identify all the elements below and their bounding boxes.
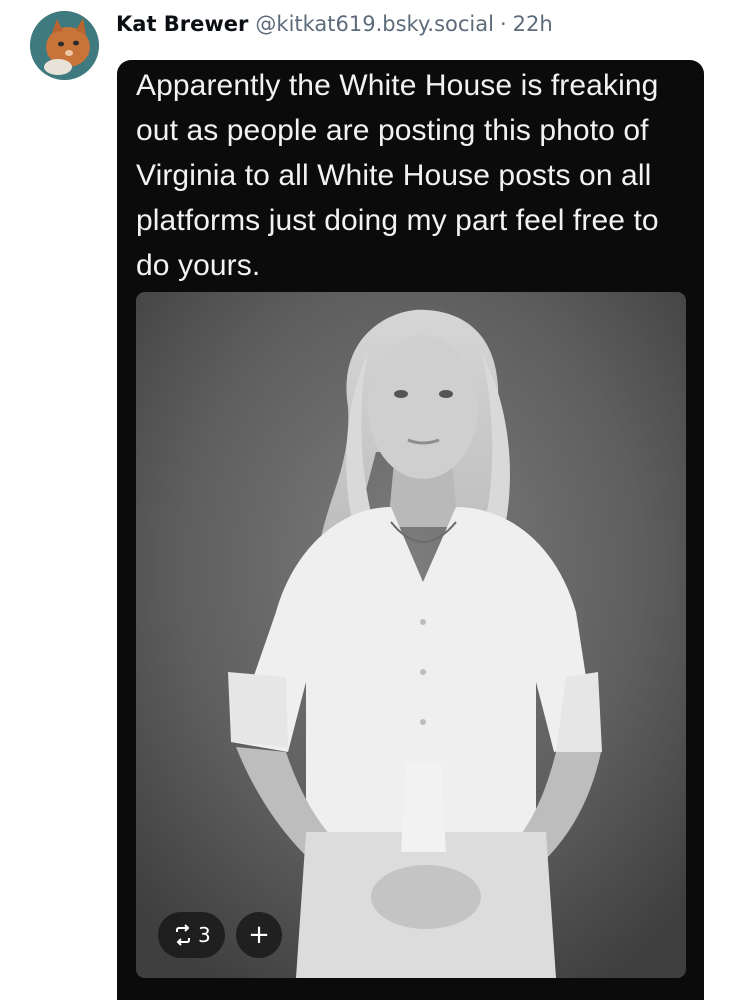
repost-count-badge[interactable]: 3 [158,912,225,958]
post-content-card: Apparently the White House is freaking o… [117,60,704,1000]
add-button[interactable]: + [236,912,282,958]
post-text: Apparently the White House is freaking o… [136,69,659,282]
post-header: Kat Brewer @kitkat619.bsky.social · 22h [116,8,553,40]
post-page: Kat Brewer @kitkat619.bsky.social · 22h … [0,0,730,1000]
repost-count: 3 [198,923,211,947]
avatar[interactable] [30,11,99,80]
post-photo[interactable]: 3 + [136,292,686,978]
repost-icon [176,924,190,946]
post-timestamp[interactable]: 22h [513,8,553,40]
author-handle[interactable]: @kitkat619.bsky.social [255,8,494,40]
author-name[interactable]: Kat Brewer [116,8,248,40]
cat-avatar-icon [30,11,99,80]
header-separator: · [499,12,507,36]
portrait-photo-illustration [136,292,686,978]
